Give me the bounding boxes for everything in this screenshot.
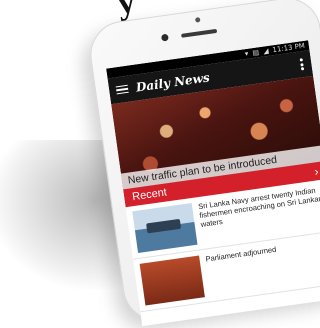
more-options-icon[interactable] xyxy=(299,58,305,72)
article-thumbnail xyxy=(139,255,205,306)
speaker-grille xyxy=(181,28,218,38)
sensor xyxy=(194,17,201,23)
article-title[interactable]: Parliament adjourned xyxy=(205,245,281,297)
article-thumbnail xyxy=(132,203,198,253)
chevron-right-icon[interactable]: › xyxy=(314,164,320,178)
phone-screen: ▾ ▤ ◢ 11:13 PM Daily News New traffic pl… xyxy=(106,40,320,327)
hamburger-menu-icon[interactable] xyxy=(115,83,129,97)
phone-frame: ▾ ▤ ◢ 11:13 PM Daily News New traffic pl… xyxy=(86,0,320,327)
recent-label: Recent xyxy=(131,186,168,204)
front-camera xyxy=(160,33,169,42)
